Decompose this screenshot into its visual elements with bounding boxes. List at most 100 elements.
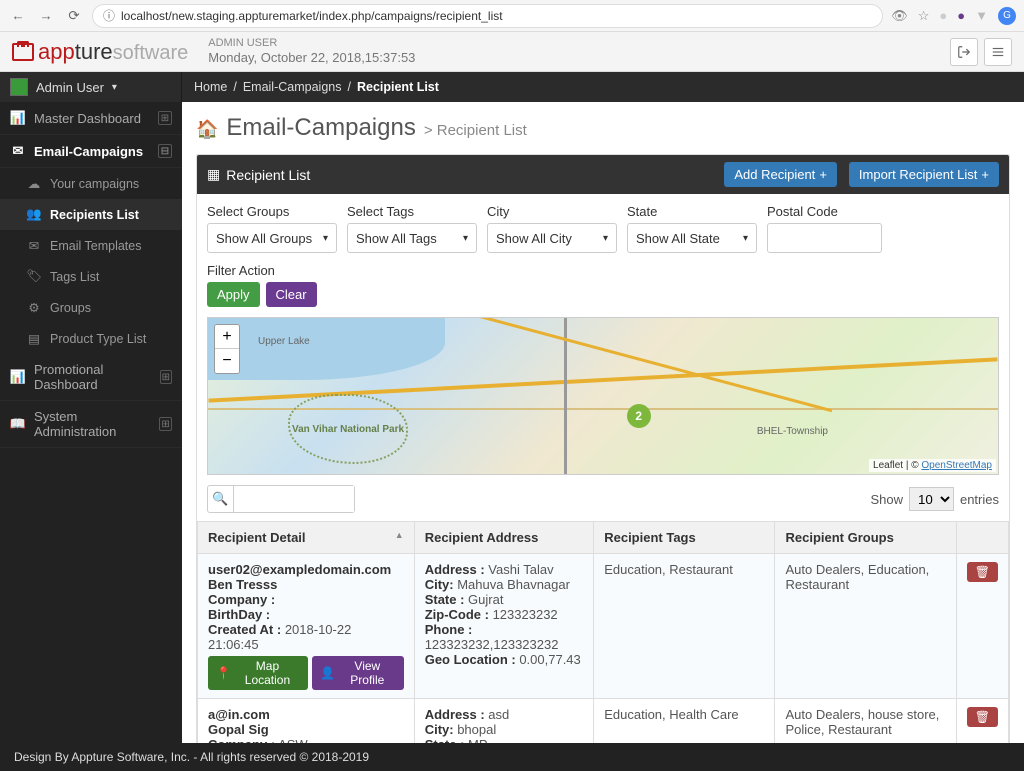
- map-zoom-in[interactable]: +: [215, 325, 239, 349]
- sidebar-item-system-admin[interactable]: 📖System Administration⊞: [0, 401, 182, 448]
- list-icon: ▤: [26, 331, 42, 346]
- datetime: Monday, October 22, 2018,15:37:53: [208, 50, 415, 67]
- camera-icon[interactable]: 👁: [891, 8, 908, 24]
- filter-tags-select[interactable]: Show All Tags▾: [347, 223, 477, 253]
- sidebar-item-recipients-list[interactable]: 👥Recipients List: [0, 199, 182, 230]
- caret-icon: ▾: [743, 233, 748, 244]
- user-name: Admin User: [36, 80, 104, 95]
- add-recipient-button[interactable]: Add Recipient +: [724, 162, 837, 187]
- browser-forward[interactable]: →: [36, 6, 56, 26]
- col-address[interactable]: Recipient Address: [414, 522, 594, 554]
- trash-icon: 🗑: [975, 565, 990, 579]
- info-icon: ⓘ: [103, 7, 115, 24]
- sidebar-item-product-type[interactable]: ▤Product Type List: [0, 323, 182, 354]
- filter-city-select[interactable]: Show All City▾: [487, 223, 617, 253]
- filter-postal-input[interactable]: [767, 223, 882, 253]
- delete-button[interactable]: 🗑: [967, 562, 998, 582]
- col-detail[interactable]: Recipient Detail▲: [198, 522, 415, 554]
- map-zoom-out[interactable]: −: [215, 349, 239, 373]
- cell-address: Address : Vashi Talav City: Mahuva Bhavn…: [414, 554, 594, 699]
- chevron-down-icon: ▾: [112, 82, 117, 93]
- tag-icon: 🏷: [26, 269, 42, 284]
- sidebar-item-email-campaigns[interactable]: ✉ Email-Campaigns ⊟: [0, 135, 182, 168]
- breadcrumb-section[interactable]: Email-Campaigns: [243, 80, 342, 94]
- sidebar-item-groups[interactable]: ⚙Groups: [0, 292, 182, 323]
- settings-icon: 📖: [10, 416, 26, 432]
- cell-detail: a@in.com Gopal Sig Company : ASW BirthDa…: [198, 699, 415, 744]
- expand-icon: ⊞: [158, 111, 172, 125]
- menu-button[interactable]: [984, 38, 1012, 66]
- grid-icon: ▦: [207, 166, 220, 183]
- cell-tags: Education, Restaurant: [594, 554, 775, 699]
- user-icon: 👤: [320, 666, 335, 680]
- logo-icon: [12, 43, 34, 61]
- dashboard-icon: 📊: [10, 110, 26, 126]
- filter-tags-label: Select Tags: [347, 204, 477, 219]
- template-icon: ✉: [26, 238, 42, 253]
- profile-avatar[interactable]: G: [998, 7, 1016, 25]
- expand-icon: ⊞: [160, 370, 172, 384]
- sidebar-item-promotional-dashboard[interactable]: 📊Promotional Dashboard⊞: [0, 354, 182, 401]
- star-icon[interactable]: ☆: [918, 8, 930, 24]
- caret-icon: ▾: [463, 233, 468, 244]
- cell-groups: Auto Dealers, Education, Restaurant: [775, 554, 956, 699]
- table-row: user02@exampledomain.com Ben Tresss Comp…: [198, 554, 1009, 699]
- ext2-icon[interactable]: ●: [957, 8, 965, 23]
- search-icon: 🔍: [208, 486, 234, 512]
- map[interactable]: Upper Lake BHEL-Township Van Vihar Natio…: [207, 317, 999, 475]
- apply-button[interactable]: Apply: [207, 282, 260, 307]
- cell-groups: Auto Dealers, house store, Police, Resta…: [775, 699, 956, 744]
- user-avatar-icon: [10, 78, 28, 96]
- clear-button[interactable]: Clear: [266, 282, 317, 307]
- page-subtitle: > Recipient List: [424, 122, 527, 139]
- admin-info: ADMIN USER Monday, October 22, 2018,15:3…: [208, 36, 415, 67]
- panel-title: Recipient List: [226, 167, 310, 183]
- col-groups[interactable]: Recipient Groups: [775, 522, 956, 554]
- sort-icon: ▲: [395, 530, 404, 540]
- table-search-input[interactable]: [234, 486, 354, 512]
- plus-icon: +: [819, 167, 827, 182]
- collapse-icon: ⊟: [158, 144, 172, 158]
- pin-icon: 📍: [216, 666, 231, 680]
- ext1-icon[interactable]: ●: [939, 8, 947, 23]
- logout-button[interactable]: [950, 38, 978, 66]
- map-cluster-marker[interactable]: 2: [627, 404, 651, 428]
- plus-icon: +: [981, 167, 989, 182]
- map-label-lake: Upper Lake: [258, 336, 310, 347]
- import-recipient-button[interactable]: Import Recipient List +: [849, 162, 999, 187]
- col-actions: [956, 522, 1008, 554]
- show-label: Show: [870, 492, 903, 507]
- filter-state-select[interactable]: Show All State▾: [627, 223, 757, 253]
- home-icon: 🏠: [196, 119, 218, 140]
- sidebar-item-master-dashboard[interactable]: 📊 Master Dashboard ⊞: [0, 102, 182, 135]
- map-attribution: Leaflet | © OpenStreetMap: [869, 459, 996, 472]
- logo[interactable]: appturesoftware: [12, 39, 188, 65]
- filter-action-label: Filter Action: [207, 263, 317, 278]
- sidebar-item-your-campaigns[interactable]: ☁Your campaigns: [0, 168, 182, 199]
- sidebar-item-email-templates[interactable]: ✉Email Templates: [0, 230, 182, 261]
- view-profile-button[interactable]: 👤 View Profile: [312, 656, 404, 690]
- browser-back[interactable]: ←: [8, 6, 28, 26]
- filter-groups-select[interactable]: Show All Groups▾: [207, 223, 337, 253]
- sidebar-item-tags-list[interactable]: 🏷Tags List: [0, 261, 182, 292]
- expand-icon: ⊞: [159, 417, 172, 431]
- users-icon: 👥: [26, 207, 42, 222]
- breadcrumb-home[interactable]: Home: [194, 80, 227, 94]
- map-label-bhel: BHEL-Township: [757, 426, 828, 437]
- page-size-select[interactable]: 10: [909, 487, 954, 511]
- envelope-icon: ✉: [10, 143, 26, 159]
- browser-reload[interactable]: ⟳: [64, 6, 84, 26]
- user-menu[interactable]: Admin User ▾: [0, 72, 182, 102]
- map-location-button[interactable]: 📍 Map Location: [208, 656, 308, 690]
- ext3-icon[interactable]: ▼: [975, 8, 988, 23]
- footer: Design By Appture Software, Inc. - All r…: [0, 743, 1024, 771]
- url-bar[interactable]: ⓘ localhost/new.staging.appturemarket/in…: [92, 4, 883, 28]
- col-tags[interactable]: Recipient Tags: [594, 522, 775, 554]
- delete-button[interactable]: 🗑: [967, 707, 998, 727]
- cell-address: Address : asd City: bhopal State : MP Zi…: [414, 699, 594, 744]
- hamburger-icon: [991, 45, 1005, 59]
- cell-tags: Education, Health Care: [594, 699, 775, 744]
- filter-city-label: City: [487, 204, 617, 219]
- url-text: localhost/new.staging.appturemarket/inde…: [121, 9, 503, 23]
- filter-state-label: State: [627, 204, 757, 219]
